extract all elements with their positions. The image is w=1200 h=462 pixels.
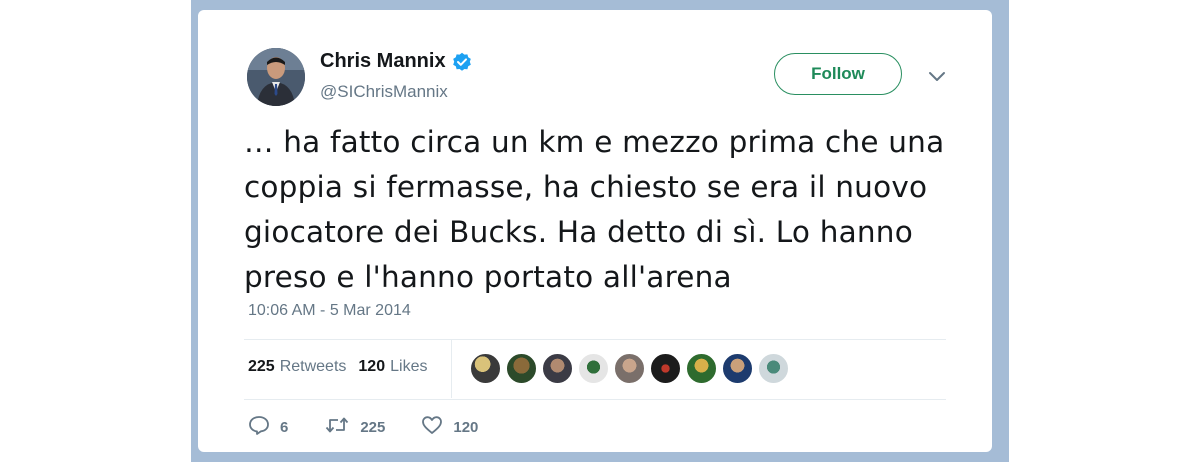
screenshot-frame: Chris Mannix @SIChrisMannix Follow … ha … (191, 0, 1009, 462)
retweet-button[interactable]: 225 (324, 415, 385, 439)
retweets-count[interactable]: 225 (248, 358, 275, 376)
tweet-stats: 225 Retweets 120 Likes (248, 358, 439, 376)
chevron-down-icon[interactable] (928, 70, 946, 82)
liker-avatar[interactable] (470, 353, 501, 384)
retweet-count: 225 (360, 418, 386, 436)
liker-avatar[interactable] (506, 353, 537, 384)
heart-icon (421, 415, 453, 439)
author-display-name[interactable]: Chris Mannix (320, 50, 446, 73)
tweet-card: Chris Mannix @SIChrisMannix Follow … ha … (198, 10, 992, 452)
author-handle[interactable]: @SIChrisMannix (320, 82, 448, 102)
reply-count: 6 (280, 418, 289, 436)
liker-avatar[interactable] (542, 353, 573, 384)
tweet-timestamp[interactable]: 10:06 AM - 5 Mar 2014 (248, 302, 411, 320)
follow-button[interactable]: Follow (774, 53, 902, 95)
liker-avatar[interactable] (578, 353, 609, 384)
liker-avatar[interactable] (758, 353, 789, 384)
stats-separator (451, 340, 452, 398)
liker-avatar[interactable] (722, 353, 753, 384)
liker-avatar[interactable] (650, 353, 681, 384)
verified-badge-icon (452, 52, 472, 72)
liker-avatar[interactable] (686, 353, 717, 384)
like-count: 120 (453, 418, 479, 436)
tweet-text: … ha fatto circa un km e mezzo prima che… (244, 125, 945, 294)
divider (244, 339, 946, 340)
reply-icon (248, 415, 280, 439)
divider (244, 399, 946, 400)
author-avatar[interactable] (247, 48, 305, 106)
liker-avatar[interactable] (614, 353, 645, 384)
reply-button[interactable]: 6 (248, 415, 288, 439)
retweet-icon (324, 415, 360, 439)
liker-avatars (470, 353, 794, 384)
likes-label[interactable]: Likes (390, 358, 427, 376)
retweets-label[interactable]: Retweets (280, 358, 347, 376)
likes-count[interactable]: 120 (358, 358, 385, 376)
tweet-actions: 6 225 120 (248, 415, 514, 439)
author-name-row: Chris Mannix (320, 50, 472, 73)
like-button[interactable]: 120 (421, 415, 478, 439)
